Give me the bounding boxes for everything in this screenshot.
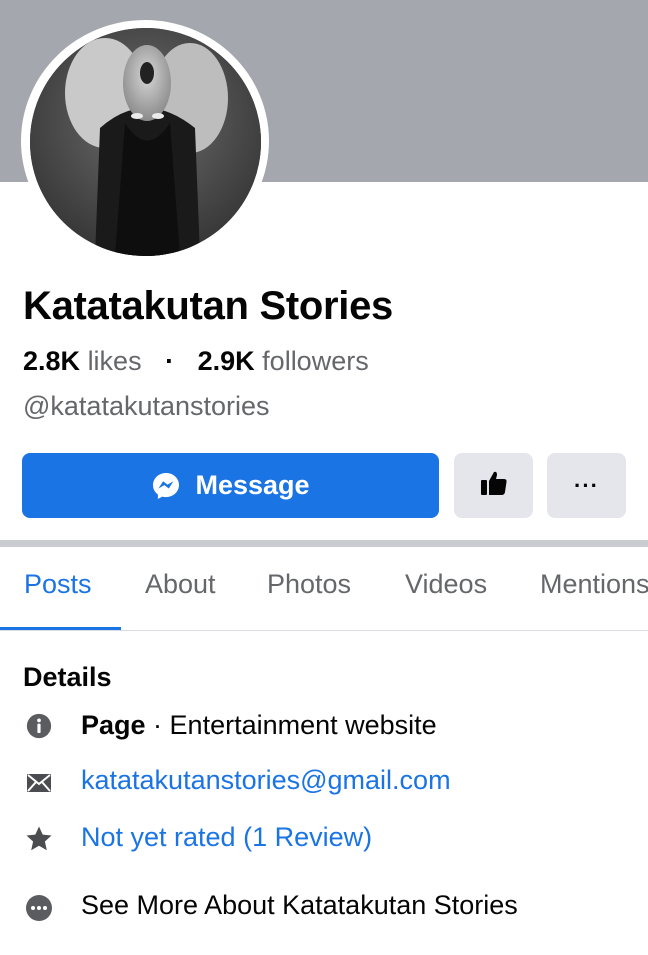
tab-photos[interactable]: Photos: [267, 569, 351, 600]
details-heading: Details: [23, 662, 112, 692]
messenger-icon: [151, 471, 181, 501]
followers-label: followers: [262, 346, 369, 376]
likes-count: 2.8K: [23, 346, 81, 376]
page-handle: @katatakutanstories: [23, 391, 270, 421]
see-more-about-label: See More About Katatakutan Stories: [81, 890, 518, 920]
see-more-about-row[interactable]: See More About Katatakutan Stories: [0, 887, 648, 927]
more-options-button[interactable]: ···: [547, 453, 626, 518]
category-type: Page: [81, 710, 146, 740]
section-divider: [0, 540, 648, 547]
category-value: Entertainment website: [169, 710, 437, 740]
page-title: Katatakutan Stories: [23, 284, 393, 328]
tab-mentions[interactable]: Mentions: [540, 569, 648, 600]
rating-link[interactable]: Not yet rated (1 Review): [81, 822, 372, 853]
envelope-icon: [24, 768, 54, 798]
email-link[interactable]: katatakutanstories@gmail.com: [81, 765, 451, 796]
message-button[interactable]: Message: [22, 453, 439, 518]
detail-row-category: Page · Entertainment website: [0, 707, 648, 747]
star-icon: [24, 824, 54, 854]
followers-count: 2.9K: [197, 346, 255, 376]
stats-separator: ·: [165, 346, 175, 376]
detail-row-rating: Not yet rated (1 Review): [0, 819, 648, 859]
avatar[interactable]: [30, 28, 261, 256]
ellipsis-circle-icon: [24, 893, 54, 923]
thumbs-up-icon: [479, 468, 509, 503]
avatar-image: [30, 28, 261, 256]
like-button[interactable]: [454, 453, 533, 518]
message-button-label: Message: [195, 470, 310, 500]
ellipsis-icon: ···: [574, 472, 599, 498]
page-stats: 2.8K likes · 2.9K followers: [23, 346, 369, 377]
likes-label: likes: [87, 346, 142, 376]
tab-about[interactable]: About: [145, 569, 216, 600]
profile-tabs: Posts About Photos Videos Mentions: [0, 547, 648, 631]
page-category: Page · Entertainment website: [81, 710, 437, 741]
detail-row-email: katatakutanstories@gmail.com: [0, 762, 648, 802]
category-separator: ·: [145, 710, 170, 740]
info-icon: [24, 711, 54, 741]
tab-videos[interactable]: Videos: [405, 569, 487, 600]
tab-posts[interactable]: Posts: [24, 569, 92, 600]
active-tab-indicator: [0, 627, 121, 630]
